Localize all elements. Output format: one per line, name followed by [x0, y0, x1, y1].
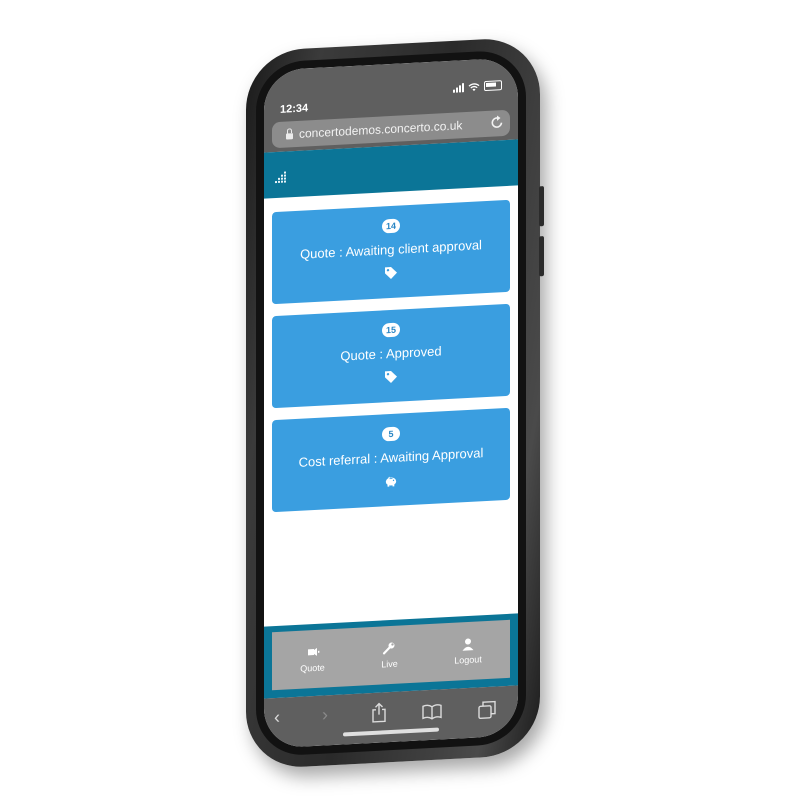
card-label: Quote : Awaiting client approval [300, 237, 482, 262]
bottom-nav-container: Quote Live Logout [264, 613, 518, 699]
wrench-icon [383, 642, 395, 655]
user-icon [462, 638, 474, 651]
nav-label-logout: Logout [454, 654, 482, 666]
tabs-icon[interactable] [478, 700, 496, 720]
nav-label-live: Live [381, 658, 398, 670]
concerto-logo-icon[interactable] [274, 171, 288, 184]
nav-item-live[interactable]: Live [381, 641, 398, 670]
phone-screen: 12:34 concertodemos.concerto.co.uk 14 Qu… [264, 57, 518, 749]
side-button-upper [539, 186, 544, 227]
reload-icon[interactable] [490, 114, 504, 131]
status-time: 12:34 [280, 102, 309, 116]
card-label: Quote : Approved [340, 343, 442, 364]
tag-icon [385, 371, 397, 383]
piggy-bank-icon [385, 476, 397, 487]
card-quote-approved[interactable]: 15 Quote : Approved [272, 303, 510, 409]
card-quote-awaiting-client-approval[interactable]: 14 Quote : Awaiting client approval [272, 199, 510, 305]
nav-item-logout[interactable]: Logout [454, 636, 482, 666]
bookmarks-icon[interactable] [422, 703, 442, 720]
status-icons [453, 80, 502, 93]
share-icon[interactable] [371, 702, 387, 723]
count-badge: 5 [382, 426, 400, 442]
count-badge: 15 [382, 322, 400, 338]
side-button-lower [539, 236, 544, 277]
lock-icon [286, 133, 293, 140]
card-cost-referral-awaiting-approval[interactable]: 5 Cost referral : Awaiting Approval [272, 407, 510, 513]
card-label: Cost referral : Awaiting Approval [298, 445, 484, 470]
status-card-list: 14 Quote : Awaiting client approval 15 Q… [272, 199, 510, 524]
nav-label-quote: Quote [300, 662, 325, 674]
stage: 12:34 concertodemos.concerto.co.uk 14 Qu… [0, 0, 800, 800]
url-text: concertodemos.concerto.co.uk [299, 118, 463, 141]
battery-icon [484, 80, 502, 92]
wifi-icon [468, 83, 480, 92]
tag-icon [385, 267, 397, 279]
bottom-nav: Quote Live Logout [272, 619, 510, 691]
count-badge: 14 [382, 218, 400, 234]
signal-icon [453, 83, 464, 93]
browser-top-bar: 12:34 concertodemos.concerto.co.uk [264, 57, 518, 153]
back-button[interactable]: ‹ [274, 707, 280, 727]
home-indicator[interactable] [343, 727, 439, 737]
nav-item-quote[interactable]: Quote [300, 644, 325, 674]
forward-button[interactable]: › [322, 704, 328, 724]
quote-icon [307, 647, 319, 656]
